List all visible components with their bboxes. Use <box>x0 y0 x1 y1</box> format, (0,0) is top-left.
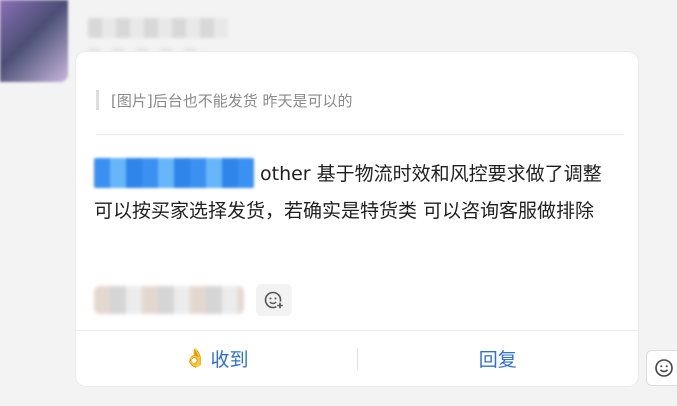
reply-label: 回复 <box>478 349 517 371</box>
smiley-icon <box>655 359 673 377</box>
reply-button[interactable]: 回复 <box>358 331 639 386</box>
message-body: other 基于物流时效和风控要求做了调整 可以按买家选择发货，若确实是特货类 … <box>94 156 620 230</box>
avatar[interactable] <box>0 0 68 82</box>
side-emoji-button[interactable] <box>646 350 677 386</box>
sender-name-blurred <box>88 18 228 38</box>
reaction-row <box>94 284 292 316</box>
add-reaction-button[interactable] <box>256 284 292 316</box>
reactors-blurred[interactable] <box>94 286 244 314</box>
quote-line: [图片]后台也不能发货 昨天是可以的 <box>96 90 616 110</box>
received-button[interactable]: 👌 收到 <box>76 331 357 386</box>
mention-blurred[interactable] <box>94 157 254 188</box>
smiley-add-icon <box>264 291 284 310</box>
message-card: [图片]后台也不能发货 昨天是可以的 other 基于物流时效和风控要求做了调整… <box>76 52 638 386</box>
quote-text: [图片]后台也不能发货 昨天是可以的 <box>111 91 353 110</box>
quote-divider <box>96 134 624 135</box>
quoted-message[interactable]: [图片]后台也不能发货 昨天是可以的 <box>96 68 616 110</box>
ok-hand-icon: 👌 <box>184 348 207 369</box>
received-label: 收到 <box>210 349 249 371</box>
action-bar: 👌 收到 回复 <box>76 331 638 386</box>
